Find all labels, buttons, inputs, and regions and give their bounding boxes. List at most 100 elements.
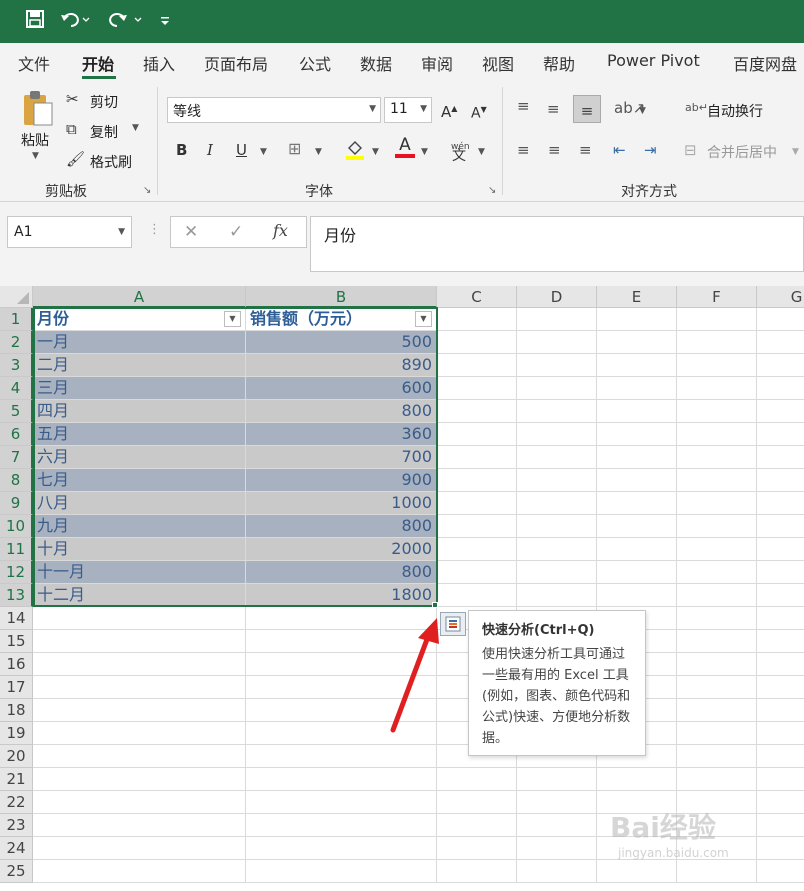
cell[interactable]	[33, 653, 246, 676]
worksheet-grid[interactable]: ABCDEFG 1 2 3 4 5 6 7 8 9 10 11 12 13 14 15 16 17 18 19 20 2…	[0, 286, 804, 891]
table-cell[interactable]: 六月	[33, 446, 246, 469]
table-cell[interactable]: 二月	[33, 354, 246, 377]
column-header-d[interactable]: D	[517, 286, 597, 308]
table-cell[interactable]: 十月	[33, 538, 246, 561]
underline-icon[interactable]: U	[236, 141, 247, 159]
row-header-14[interactable]: 14	[0, 607, 33, 630]
cell[interactable]	[33, 630, 246, 653]
tab-formulas[interactable]: 公式	[299, 51, 331, 75]
cell[interactable]	[517, 791, 597, 814]
cell[interactable]	[677, 331, 757, 354]
bold-icon[interactable]: B	[176, 141, 187, 159]
customize-icon[interactable]	[160, 10, 170, 35]
cell[interactable]	[757, 446, 804, 469]
cell[interactable]	[437, 469, 517, 492]
row-header-8[interactable]: 8	[0, 469, 33, 492]
font-name-combo[interactable]: 等线 ▼	[167, 97, 381, 123]
table-cell[interactable]: 五月	[33, 423, 246, 446]
drag-handle-icon[interactable]: ⋮	[148, 222, 161, 237]
cell[interactable]	[517, 423, 597, 446]
filter-dropdown-icon[interactable]: ▼	[224, 311, 241, 327]
cell[interactable]	[677, 423, 757, 446]
cancel-icon[interactable]: ✕	[184, 223, 198, 241]
cell[interactable]	[757, 837, 804, 860]
align-top-icon[interactable]: ≡	[517, 97, 530, 115]
row-header-21[interactable]: 21	[0, 768, 33, 791]
table-cell[interactable]: 2000	[246, 538, 437, 561]
row-header-12[interactable]: 12	[0, 561, 33, 584]
align-right-icon[interactable]: ≡	[579, 141, 592, 159]
copy-dropdown-icon[interactable]: ▼	[132, 123, 139, 133]
cell[interactable]	[677, 722, 757, 745]
column-header-a[interactable]: A	[33, 286, 246, 308]
cell[interactable]	[33, 722, 246, 745]
cell[interactable]	[33, 676, 246, 699]
cell[interactable]	[597, 377, 677, 400]
row-header-1[interactable]: 1	[0, 308, 33, 331]
cell[interactable]	[517, 400, 597, 423]
cell[interactable]	[517, 469, 597, 492]
cell[interactable]	[517, 492, 597, 515]
row-header-15[interactable]: 15	[0, 630, 33, 653]
cell[interactable]	[33, 745, 246, 768]
align-bottom-icon[interactable]: ≡	[573, 95, 601, 123]
row-header-11[interactable]: 11	[0, 538, 33, 561]
table-cell[interactable]: 600	[246, 377, 437, 400]
cell[interactable]	[437, 423, 517, 446]
cell[interactable]	[757, 745, 804, 768]
clipboard-launcher-icon[interactable]: ↘	[143, 185, 151, 196]
cell[interactable]	[437, 308, 517, 331]
cell[interactable]	[597, 584, 677, 607]
cell[interactable]	[677, 699, 757, 722]
column-header-b[interactable]: B	[246, 286, 437, 308]
table-cell[interactable]: 一月	[33, 331, 246, 354]
increase-indent-icon[interactable]: ⇥	[644, 141, 657, 159]
cell[interactable]	[757, 607, 804, 630]
wrap-text-button[interactable]: 自动换行	[707, 101, 763, 121]
cell[interactable]	[597, 860, 677, 883]
decrease-font-icon[interactable]: A▼	[471, 101, 487, 123]
column-header-c[interactable]: C	[437, 286, 517, 308]
table-cell[interactable]: 三月	[33, 377, 246, 400]
cell[interactable]	[597, 515, 677, 538]
cell[interactable]	[597, 400, 677, 423]
table-cell[interactable]: 1000	[246, 492, 437, 515]
row-header-20[interactable]: 20	[0, 745, 33, 768]
row-header-5[interactable]: 5	[0, 400, 33, 423]
tab-page-layout[interactable]: 页面布局	[204, 51, 268, 75]
row-header-19[interactable]: 19	[0, 722, 33, 745]
cell[interactable]	[757, 538, 804, 561]
row-header-24[interactable]: 24	[0, 837, 33, 860]
cell[interactable]	[757, 699, 804, 722]
cell[interactable]	[517, 354, 597, 377]
cell[interactable]	[33, 791, 246, 814]
increase-font-icon[interactable]: A▲	[441, 100, 457, 121]
cell[interactable]	[677, 354, 757, 377]
cell[interactable]	[33, 699, 246, 722]
table-cell[interactable]: 四月	[33, 400, 246, 423]
cell[interactable]	[677, 768, 757, 791]
tab-power-pivot[interactable]: Power Pivot	[607, 51, 700, 70]
undo-icon[interactable]	[60, 10, 90, 34]
cell[interactable]	[757, 377, 804, 400]
chevron-down-icon[interactable]: ▼	[478, 143, 485, 161]
cell[interactable]	[757, 354, 804, 377]
cell[interactable]	[246, 837, 437, 860]
paste-button[interactable]: 粘贴	[21, 130, 49, 150]
tab-view[interactable]: 视图	[482, 51, 514, 75]
cell[interactable]	[437, 768, 517, 791]
font-launcher-icon[interactable]: ↘	[488, 185, 496, 196]
cell[interactable]	[757, 423, 804, 446]
row-header-4[interactable]: 4	[0, 377, 33, 400]
cell[interactable]	[437, 331, 517, 354]
cell[interactable]	[677, 607, 757, 630]
row-header-7[interactable]: 7	[0, 446, 33, 469]
column-header-e[interactable]: E	[597, 286, 677, 308]
chevron-down-icon[interactable]: ▼	[372, 143, 379, 161]
row-header-16[interactable]: 16	[0, 653, 33, 676]
chevron-down-icon[interactable]: ▼	[315, 143, 322, 161]
cell[interactable]	[677, 630, 757, 653]
cell[interactable]	[757, 653, 804, 676]
cell[interactable]	[677, 515, 757, 538]
cell[interactable]	[597, 331, 677, 354]
